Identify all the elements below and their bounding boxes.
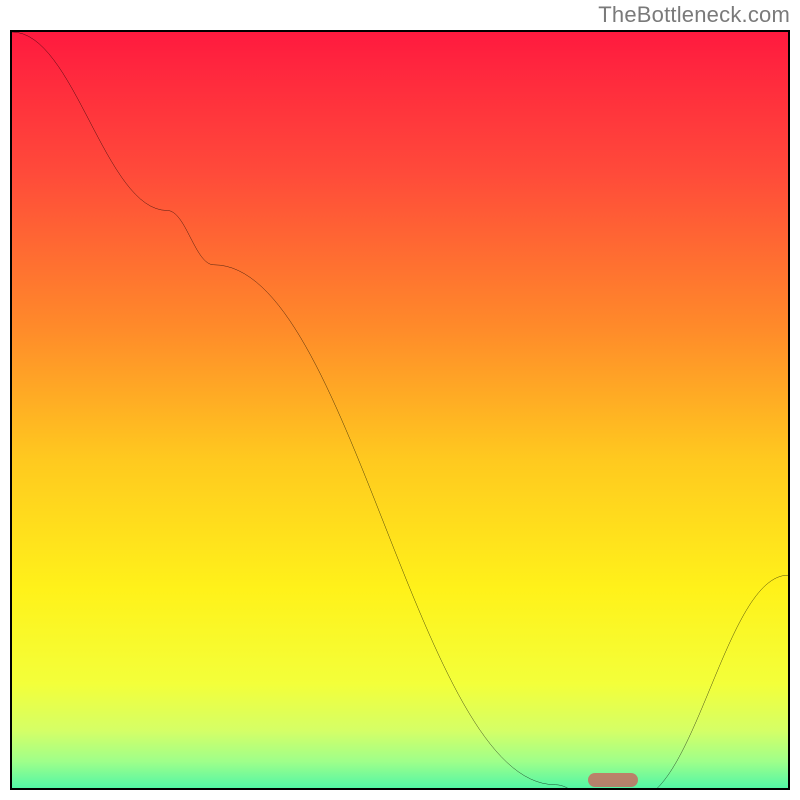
plot-area: [10, 30, 790, 790]
watermark-label: TheBottleneck.com: [598, 2, 790, 28]
optimal-range-marker: [588, 773, 638, 787]
bottleneck-curve: [12, 32, 788, 790]
curve-path: [12, 32, 788, 790]
chart-stage: TheBottleneck.com: [0, 0, 800, 800]
